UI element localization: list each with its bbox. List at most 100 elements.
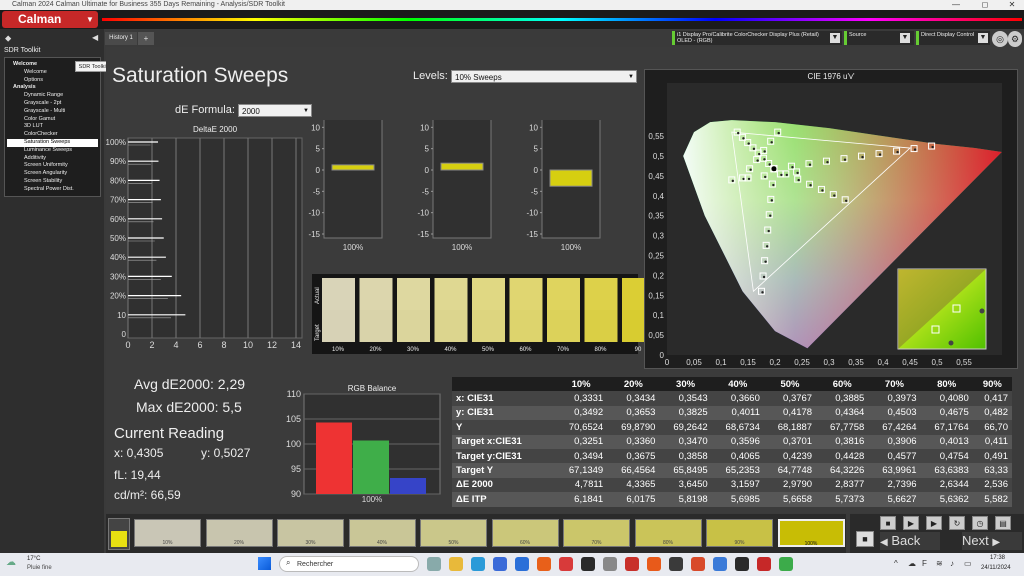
tree-item-grayscale-multi[interactable]: Grayscale - Multi: [7, 108, 98, 116]
meter-dropdown-icon[interactable]: ▼: [830, 33, 840, 43]
sidebar-collapse-icon[interactable]: ◀: [92, 33, 98, 42]
app-icon-1[interactable]: [559, 557, 573, 571]
stop-icon[interactable]: ■: [880, 516, 896, 530]
tree-item-saturation-sweeps[interactable]: Saturation Sweeps: [7, 138, 98, 147]
chrome-icon[interactable]: [779, 557, 793, 571]
cyan-sweep-target-measured: [756, 159, 759, 162]
save-icon[interactable]: ▤: [995, 516, 1011, 530]
source-label: Source: [849, 32, 867, 38]
tree-item-analysis[interactable]: Analysis: [7, 84, 98, 92]
tree-item-additivity[interactable]: Additivity: [7, 155, 98, 163]
tree-item-dynamic-range[interactable]: Dynamic Range: [7, 92, 98, 100]
taskbar-search[interactable]: Rechercher: [279, 556, 419, 572]
app-icon-2[interactable]: [581, 557, 595, 571]
clock-date[interactable]: 24/11/2024: [981, 565, 1011, 571]
sidebar-pin-icon[interactable]: ⬥: [5, 33, 11, 44]
delta-y-tick: 10: [529, 123, 538, 132]
auto-icon[interactable]: ◷: [972, 516, 988, 530]
continuous-icon[interactable]: ↻: [949, 516, 965, 530]
mail-icon[interactable]: [515, 557, 529, 571]
target-swatch: [509, 310, 543, 342]
language-icon[interactable]: F: [922, 559, 927, 568]
deltae-y-tick: 70%: [110, 196, 126, 205]
firefox-icon[interactable]: [537, 557, 551, 571]
start-icon[interactable]: [258, 557, 271, 570]
patch-50-button[interactable]: 50%: [420, 519, 487, 547]
tree-item-options[interactable]: Options: [7, 77, 98, 85]
meter-mode: OLED - (RGB): [677, 38, 713, 44]
tree-item-3d-lut[interactable]: 3D LUT: [7, 123, 98, 131]
current-reading-title: Current Reading: [114, 425, 225, 442]
current-luminance: cd/m²: 66,59: [114, 488, 181, 502]
patch-70-button[interactable]: 70%: [563, 519, 630, 547]
calman-menu-button[interactable]: Calman ▼: [2, 11, 98, 28]
minimize-button[interactable]: —: [946, 0, 966, 10]
battery-icon[interactable]: ▭: [964, 559, 972, 568]
volume-icon[interactable]: ♪: [950, 559, 954, 568]
patch-30-button[interactable]: 30%: [277, 519, 344, 547]
tree-item-luminance-sweeps[interactable]: Luminance Sweeps: [7, 147, 98, 155]
patch-80-button[interactable]: 80%: [634, 519, 702, 547]
cie-x-tick: 0,15: [740, 358, 756, 367]
patch-60-button[interactable]: 60%: [491, 519, 559, 547]
back-button[interactable]: ◀ Back: [880, 532, 940, 550]
patch-40-button[interactable]: 40%: [348, 519, 416, 547]
file-explorer-icon[interactable]: [449, 557, 463, 571]
app-icon-7[interactable]: [691, 557, 705, 571]
clock-time[interactable]: 17:38: [990, 555, 1005, 561]
add-tab-button[interactable]: +: [138, 32, 154, 45]
read-meter-icon[interactable]: ◎: [992, 31, 1008, 47]
app-icon-3[interactable]: [603, 557, 617, 571]
next-button[interactable]: Next ▶: [962, 532, 1022, 550]
yellow-sweep-target-measured: [796, 171, 799, 175]
table-cell: 64,3226: [816, 463, 869, 478]
patch-90-button[interactable]: 90%: [706, 519, 773, 547]
cie-x-tick: 0,1: [715, 358, 727, 367]
play-step-icon[interactable]: ▶: [903, 516, 919, 530]
table-cell: 63,6383: [920, 463, 973, 478]
tree-item-screen-stability[interactable]: Screen Stability: [7, 178, 98, 186]
edge-icon[interactable]: [471, 557, 485, 571]
display-dropdown-icon[interactable]: ▼: [978, 33, 988, 43]
tree-item-colorchecker[interactable]: ColorChecker: [7, 131, 98, 139]
weather-temp[interactable]: 17°C: [27, 556, 40, 562]
patch-100-button[interactable]: 100%: [777, 519, 845, 547]
tree-item-grayscale-2pt[interactable]: Grayscale - 2pt: [7, 100, 98, 108]
table-cell: 66,4564: [607, 463, 660, 478]
tree-item-screen-angularity[interactable]: Screen Angularity: [7, 170, 98, 178]
row-label: Y: [452, 420, 555, 435]
weather-icon[interactable]: ☁: [6, 557, 16, 568]
app-icon-6[interactable]: [669, 557, 683, 571]
store-icon[interactable]: [493, 557, 507, 571]
red-sweep-target-measured: [896, 150, 899, 154]
task-view-icon[interactable]: [427, 557, 441, 571]
stop-button[interactable]: ■: [856, 531, 874, 547]
patch-10-button[interactable]: 10%: [134, 519, 201, 547]
formula-select[interactable]: 2000 ▼: [238, 104, 312, 117]
settings-icon[interactable]: ⚙: [1008, 31, 1022, 47]
app-icon-8[interactable]: [713, 557, 727, 571]
wifi-icon[interactable]: ≋: [936, 559, 943, 568]
chevron-up-icon[interactable]: ^: [894, 559, 898, 568]
levels-select[interactable]: 10% Sweeps ▼: [451, 70, 637, 83]
app-icon-9[interactable]: [735, 557, 749, 571]
calman-icon[interactable]: [757, 557, 771, 571]
yellow-sweep-target-measured: [731, 179, 734, 183]
green-sweep-target-measured: [737, 131, 740, 135]
column-header: 90%: [972, 377, 1012, 392]
tree-item-color-gamut[interactable]: Color Gamut: [7, 116, 98, 124]
close-button[interactable]: ✕: [1002, 0, 1022, 10]
source-dropdown-icon[interactable]: ▼: [900, 33, 910, 43]
app-icon-4[interactable]: [625, 557, 639, 571]
meter-selector[interactable]: i1 Display Pro/Calibrite ColorChecker Di…: [672, 31, 842, 45]
red-sweep-target-measured: [931, 145, 934, 149]
tree-item-spectral-power-dist-[interactable]: Spectral Power Dist.: [7, 186, 98, 194]
tree-item-screen-uniformity[interactable]: Screen Uniformity: [7, 162, 98, 170]
table-corner: [452, 377, 555, 392]
play-all-icon[interactable]: ▶: [926, 516, 942, 530]
maximize-button[interactable]: ◻: [975, 0, 995, 10]
tab-history-1[interactable]: History 1: [105, 32, 137, 45]
patch-20-button[interactable]: 20%: [205, 519, 273, 547]
app-icon-5[interactable]: [647, 557, 661, 571]
onedrive-icon[interactable]: ☁: [908, 559, 916, 568]
